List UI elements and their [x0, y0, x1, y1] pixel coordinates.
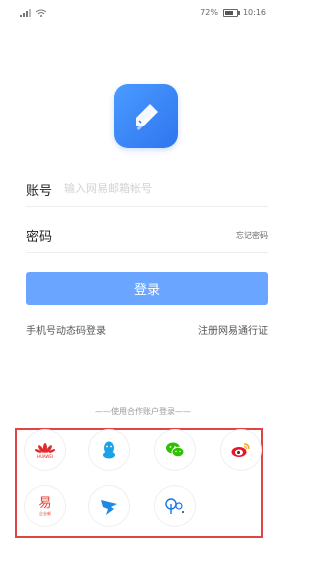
- weibo-icon: [231, 443, 250, 457]
- dingtalk-login-button[interactable]: [89, 486, 129, 526]
- login-button[interactable]: 登录: [26, 272, 268, 305]
- weibo-login-button[interactable]: [221, 430, 261, 470]
- partner-login-title: ——使用合作账户登录——: [95, 407, 191, 416]
- battery-icon: [222, 8, 240, 17]
- status-icons: [20, 9, 47, 19]
- clock: 10:16: [242, 8, 266, 17]
- huawei-icon: [35, 442, 55, 453]
- partner-login-box: HUAWEI 易 企业邮: [15, 428, 263, 538]
- sms-login-link[interactable]: 手机号动态码登录: [26, 322, 106, 337]
- password-label: 密码: [26, 230, 53, 245]
- password-input[interactable]: [64, 224, 224, 244]
- yixin-enterprise-mail-login-button[interactable]: 易 企业邮: [25, 486, 65, 526]
- account-label: 账号: [26, 184, 53, 199]
- account-input[interactable]: [64, 178, 224, 198]
- wifi-icon: [35, 9, 47, 19]
- dingtalk-icon: [101, 500, 117, 515]
- wechat-icon: [166, 442, 185, 458]
- forgot-password-link[interactable]: 忘记密码: [236, 230, 268, 241]
- app-logo: [114, 84, 178, 148]
- qq-login-button[interactable]: [89, 430, 129, 470]
- huawei-label: HUAWEI: [36, 453, 54, 459]
- signal-icon: [20, 9, 32, 19]
- password-row: 密码 忘记密码: [26, 220, 268, 253]
- yixin-icon: 易: [38, 495, 52, 511]
- wechat-login-button[interactable]: [155, 430, 195, 470]
- battery-percent: 72%: [200, 8, 218, 17]
- account-row: 账号: [26, 174, 268, 207]
- enterprise-mail-label: 企业邮: [39, 510, 51, 516]
- qq-icon: [103, 441, 115, 459]
- status-bar: 72% 10:16: [0, 0, 286, 28]
- status-right: 72% 10:16: [200, 8, 266, 17]
- popo-icon: [165, 498, 184, 514]
- popo-login-button[interactable]: [155, 486, 195, 526]
- pencil-icon: [136, 104, 158, 130]
- register-link[interactable]: 注册网易通行证: [198, 322, 268, 337]
- huawei-login-button[interactable]: HUAWEI: [25, 430, 65, 470]
